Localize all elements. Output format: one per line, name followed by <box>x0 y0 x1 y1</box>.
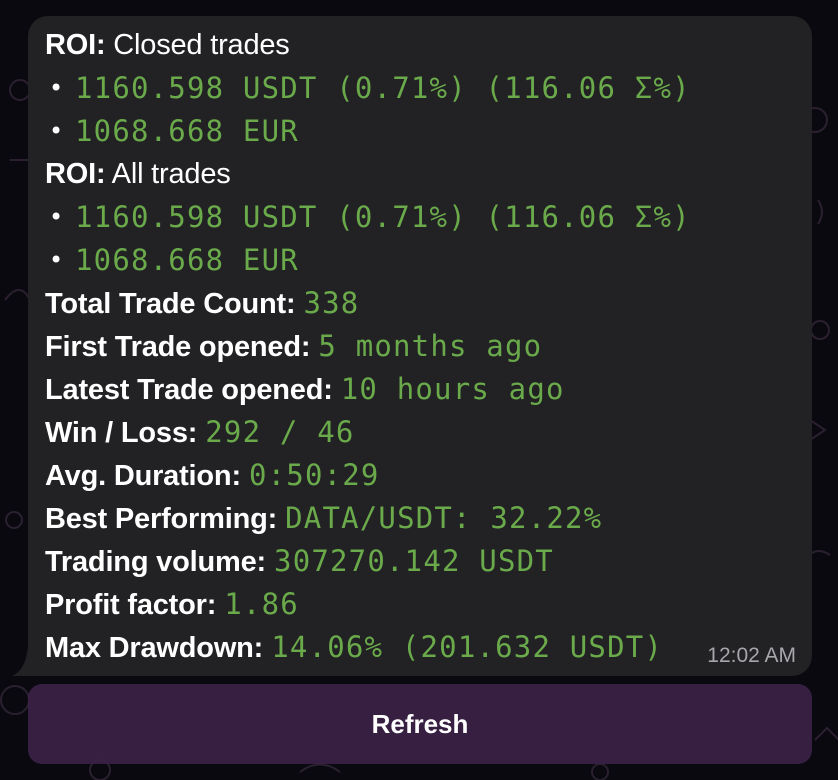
stat-latest-trade-opened: Latest Trade opened: 10 hours ago <box>45 368 691 411</box>
roi-closed-usdt-value: 1160.598 USDT (0.71%) (116.06 Σ%) <box>75 71 691 105</box>
roi-closed-usdt-row: • 1160.598 USDT (0.71%) (116.06 Σ%) <box>45 67 691 110</box>
roi-all-eur-row: • 1068.668 EUR <box>45 239 691 282</box>
stat-label: Best Performing: <box>45 503 278 535</box>
roi-all-label-rest: All trades <box>105 158 231 190</box>
roi-all-label-bold: ROI: <box>45 158 106 190</box>
stat-label: Trading volume: <box>45 546 266 578</box>
stat-label: First Trade opened: <box>45 331 311 363</box>
stat-avg-duration: Avg. Duration: 0:50:29 <box>45 454 691 497</box>
stat-value: 0:50:29 <box>248 458 380 492</box>
bullet: • <box>49 246 64 274</box>
stat-value: DATA/USDT: 32.22% <box>285 501 603 535</box>
stat-value: 5 months ago <box>318 329 543 363</box>
stat-value: 292 / 46 <box>205 415 355 449</box>
stat-trading-volume: Trading volume: 307270.142 USDT <box>45 540 691 583</box>
stat-win-loss: Win / Loss: 292 / 46 <box>45 411 691 454</box>
stat-first-trade-opened: First Trade opened: 5 months ago <box>45 325 691 368</box>
stat-profit-factor: Profit factor: 1.86 <box>45 583 691 626</box>
stat-value: 1.86 <box>224 587 299 621</box>
bullet: • <box>49 117 64 145</box>
bullet: • <box>49 203 64 231</box>
stat-label: Max Drawdown: <box>45 632 264 664</box>
roi-closed-label-bold: ROI: <box>45 29 106 61</box>
stat-label: Total Trade Count: <box>45 288 296 320</box>
message-timestamp: 12:02 AM <box>707 644 796 667</box>
stat-value: 10 hours ago <box>340 372 565 406</box>
stat-value: 14.06% (201.632 USDT) <box>271 630 664 664</box>
stat-value: 307270.142 USDT <box>274 544 554 578</box>
roi-closed-label-rest: Closed trades <box>105 29 290 61</box>
roi-all-usdt-row: • 1160.598 USDT (0.71%) (116.06 Σ%) <box>45 196 691 239</box>
stat-value: 338 <box>303 286 360 320</box>
message-content: ROI: Closed trades • 1160.598 USDT (0.71%… <box>45 24 691 669</box>
roi-closed-eur-row: • 1068.668 EUR <box>45 110 691 153</box>
roi-all-header: ROI: All trades <box>45 153 691 196</box>
roi-all-eur-value: 1068.668 EUR <box>75 243 299 277</box>
stat-max-drawdown: Max Drawdown: 14.06% (201.632 USDT) <box>45 626 691 669</box>
roi-closed-eur-value: 1068.668 EUR <box>75 114 299 148</box>
stat-best-performing: Best Performing: DATA/USDT: 32.22% <box>45 497 691 540</box>
bullet: • <box>49 74 64 102</box>
stat-label: Avg. Duration: <box>45 460 241 492</box>
roi-closed-header: ROI: Closed trades <box>45 24 691 67</box>
stat-label: Win / Loss: <box>45 417 198 449</box>
roi-all-usdt-value: 1160.598 USDT (0.71%) (116.06 Σ%) <box>75 200 691 234</box>
stat-label: Profit factor: <box>45 589 217 621</box>
stat-label: Latest Trade opened: <box>45 374 333 406</box>
refresh-button[interactable]: Refresh <box>28 684 812 764</box>
stat-total-trade-count: Total Trade Count: 338 <box>45 282 691 325</box>
